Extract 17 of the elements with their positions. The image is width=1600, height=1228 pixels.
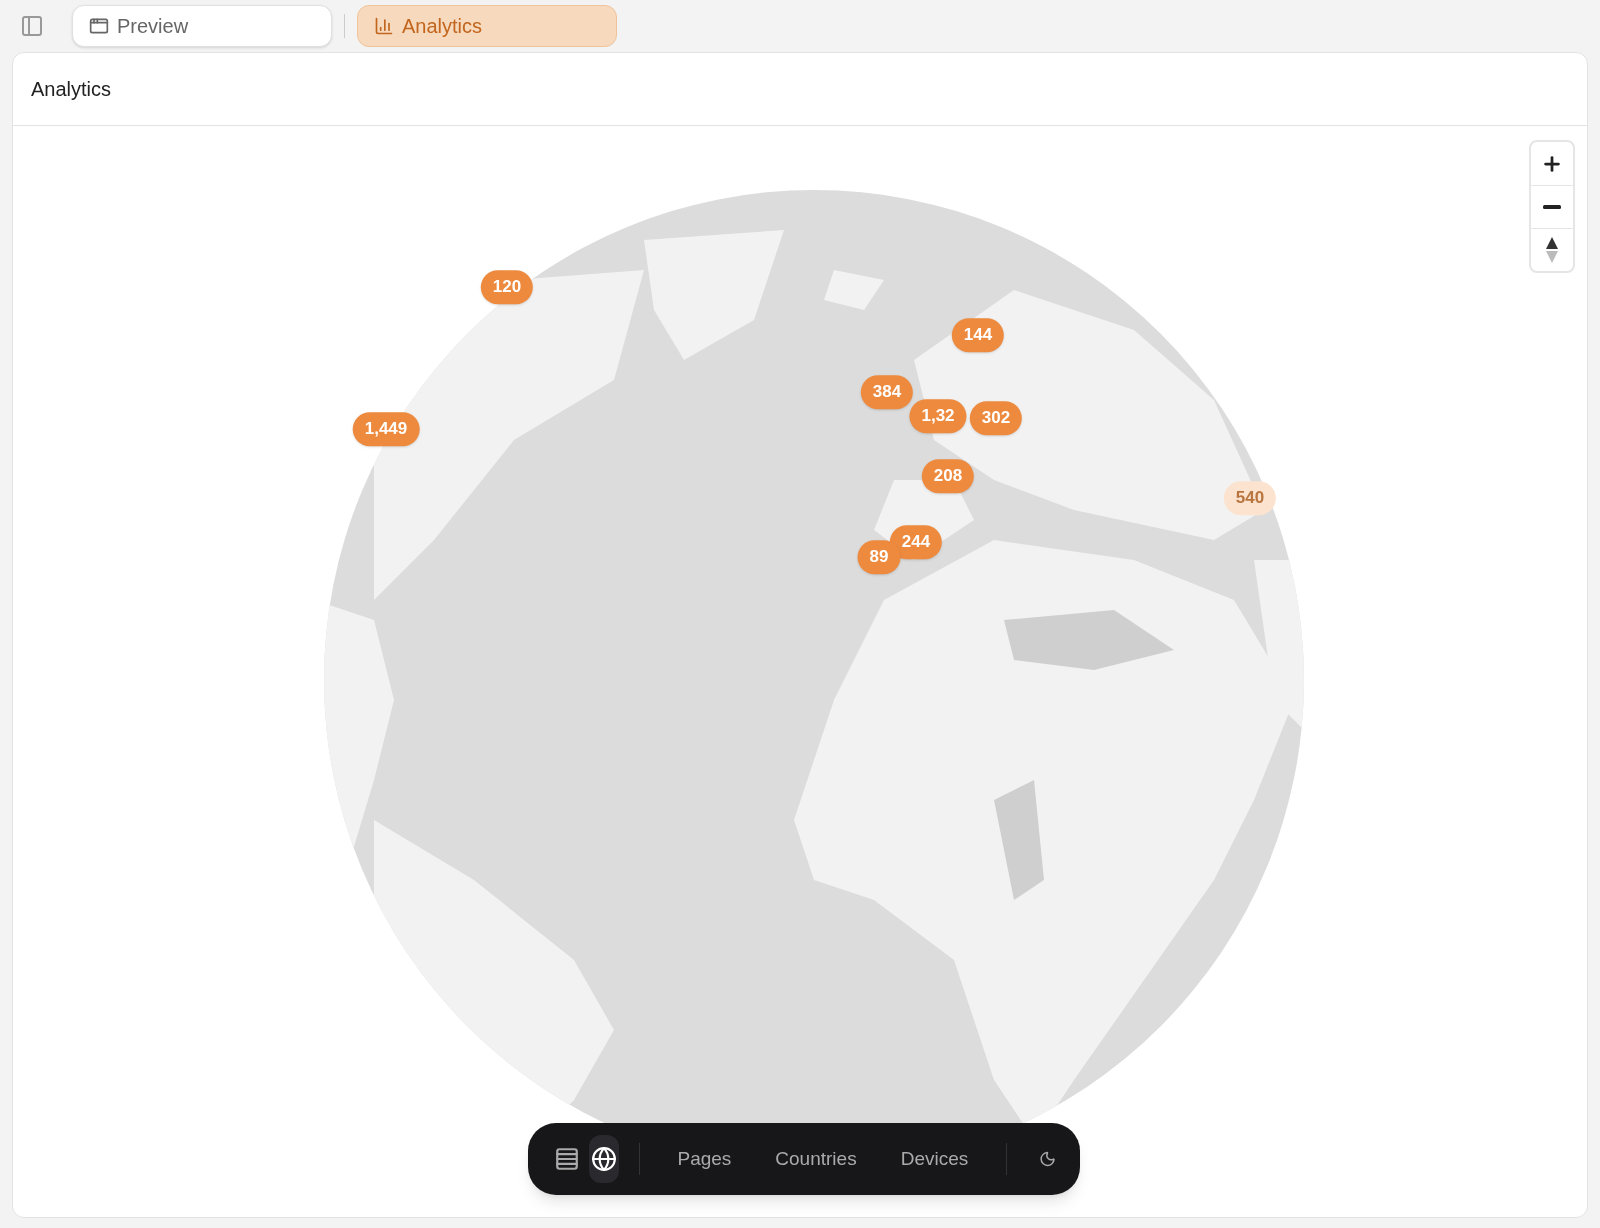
cluster-marker[interactable]: 540 (1223, 481, 1277, 515)
globe-view-button[interactable] (589, 1135, 619, 1183)
list-icon (553, 1146, 580, 1172)
cluster-marker[interactable]: 1,449 (352, 412, 420, 446)
panel-title: Analytics (31, 77, 112, 102)
toolbar-link[interactable]: Countries (757, 1144, 875, 1174)
cluster-marker[interactable]: 120 (480, 270, 534, 304)
minus-icon (1543, 205, 1561, 209)
tab[interactable]: Analytics (357, 5, 617, 47)
toolbar-link[interactable]: Devices (882, 1144, 987, 1174)
toolbar-link[interactable]: Pages (659, 1144, 750, 1174)
chart-icon (374, 16, 394, 36)
globe-icon (591, 1146, 618, 1172)
window-icon (89, 16, 109, 36)
tab[interactable]: Preview (72, 5, 332, 47)
sidebar-toggle-icon[interactable] (20, 14, 44, 38)
compass-icon (1545, 236, 1559, 264)
